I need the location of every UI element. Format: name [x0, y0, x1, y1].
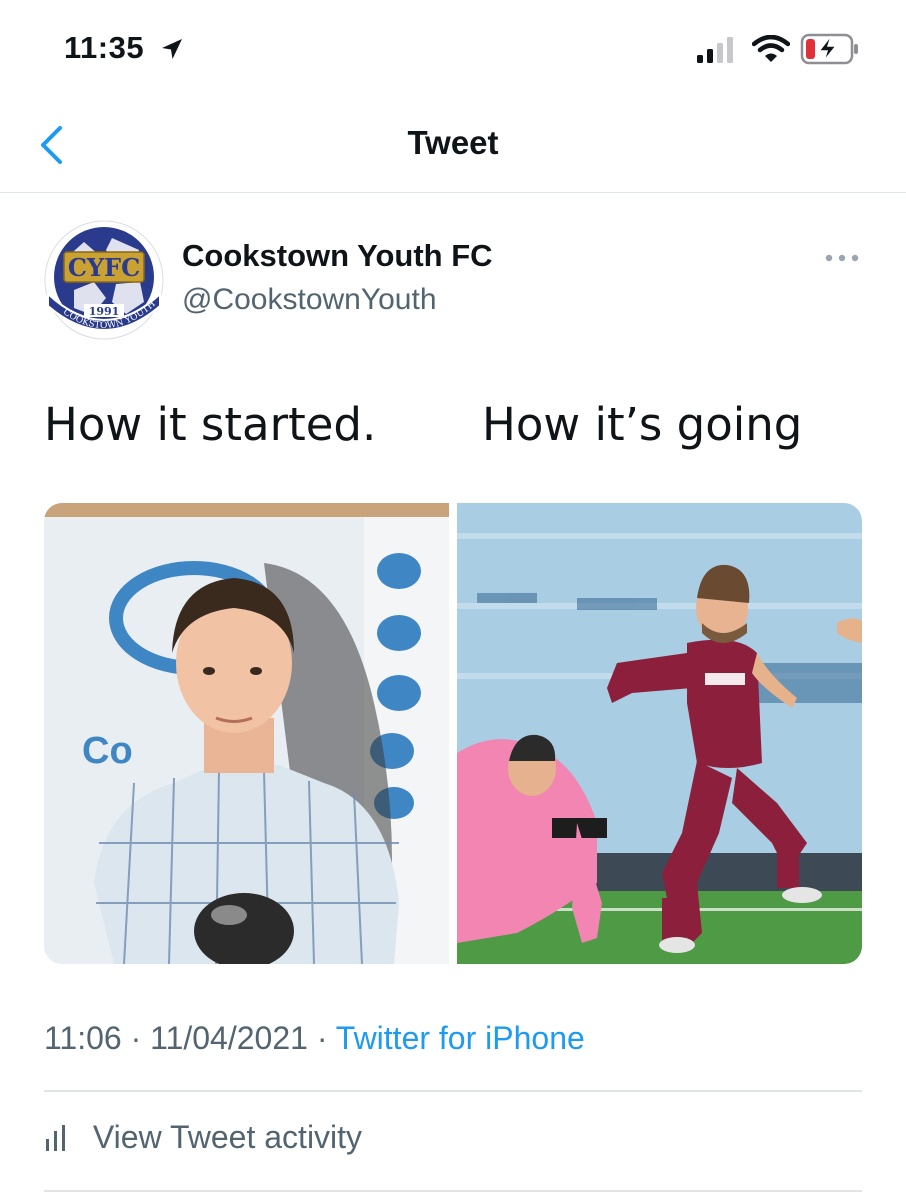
author-handle[interactable]: @CookstownYouth	[182, 283, 437, 317]
location-arrow-icon	[162, 39, 182, 59]
footballer-celebrating-photo[interactable]	[457, 503, 862, 964]
svg-text:Co: Co	[82, 730, 133, 772]
tweet-timestamp: 11:06 · 11/04/2021 · Twitter for iPhone	[44, 1020, 585, 1057]
status-bar: 11:35	[0, 0, 906, 100]
battery-charging-icon	[800, 33, 858, 65]
crest-year: 1991	[89, 305, 120, 318]
divider	[44, 1190, 862, 1192]
view-tweet-activity-button[interactable]: View Tweet activity	[44, 1117, 362, 1156]
activity-label: View Tweet activity	[92, 1119, 363, 1156]
timestamp-text: 11:06 · 11/04/2021 ·	[44, 1020, 336, 1056]
status-time: 11:35	[64, 30, 145, 65]
wifi-icon	[752, 35, 790, 62]
tweet-media[interactable]: Co	[44, 503, 862, 964]
tweet-text-right: How it’s going	[482, 398, 803, 451]
author-display-name[interactable]: Cookstown Youth FC	[182, 238, 493, 274]
bar-chart-icon	[46, 1124, 65, 1151]
cellular-signal-icon	[697, 37, 733, 63]
page-title: Tweet	[407, 124, 499, 161]
crest-initials: CYFC	[68, 253, 140, 282]
divider	[44, 1090, 862, 1092]
nav-bar: Tweet	[0, 100, 906, 193]
source-link[interactable]: Twitter for iPhone	[336, 1020, 585, 1056]
avatar[interactable]: CYFC 1991 COOKSTOWN YOUTH	[44, 220, 164, 340]
club-crest-logo: CYFC 1991 COOKSTOWN YOUTH	[44, 220, 164, 340]
ellipsis-icon[interactable]	[824, 253, 860, 263]
boy-with-trophy-photo[interactable]: Co	[44, 503, 449, 964]
tweet-text-left: How it started.	[44, 398, 377, 451]
